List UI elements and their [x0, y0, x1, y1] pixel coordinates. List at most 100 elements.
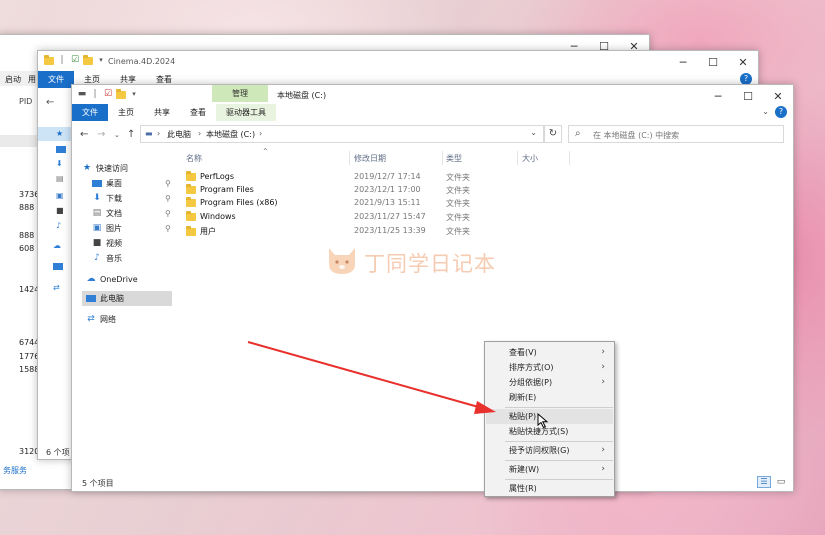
menu-item-grant-access[interactable]: 授予访问权限(G) › — [486, 443, 613, 458]
sidebar-item-onedrive[interactable]: ☁ OneDrive — [82, 272, 172, 287]
chevron-right-icon: › — [601, 445, 605, 455]
file-name: PerfLogs — [200, 172, 235, 181]
table-row[interactable]: Windows 2023/11/27 15:47 文件夹 — [186, 210, 506, 225]
menu-item-view[interactable]: 查看(V) › — [486, 345, 613, 360]
help-icon[interactable]: ? — [775, 106, 787, 118]
sidebar-item-quick-access[interactable]: ★ 快速访问 — [82, 161, 172, 176]
minimize-icon[interactable]: ─ — [703, 85, 733, 107]
menu-separator — [505, 479, 613, 480]
tab-share[interactable]: 共享 — [144, 104, 180, 121]
picture-icon: ▣ — [56, 191, 64, 200]
column-header-date[interactable]: 修改日期 — [354, 153, 386, 165]
back-status-link[interactable]: 务服务 — [3, 465, 27, 476]
new-folder-icon[interactable] — [116, 88, 126, 99]
column-divider[interactable] — [349, 151, 350, 165]
desktop-icon — [92, 180, 102, 187]
pin-icon: ⚲ — [165, 224, 171, 233]
sidebar-item-network[interactable]: ⇄ 网络 — [82, 312, 172, 327]
large-icons-view-icon[interactable]: ▭ — [774, 476, 788, 488]
column-header-size[interactable]: 大小 — [522, 153, 538, 165]
breadcrumb-separator: › — [157, 129, 161, 138]
tab-file[interactable]: 文件 — [72, 104, 108, 121]
mid-window-title: Cinema.4D.2024 — [108, 57, 176, 66]
pc-icon — [86, 295, 96, 302]
tab-file[interactable]: 文件 — [38, 71, 74, 88]
back-selected-row — [0, 135, 39, 147]
menu-item-refresh[interactable]: 刷新(E) — [486, 390, 613, 405]
address-dropdown-icon[interactable]: ⌄ — [530, 128, 537, 137]
pid-cell: 888 — [19, 203, 35, 212]
column-divider[interactable] — [517, 151, 518, 165]
back-toolbar: 启动 用 — [0, 71, 39, 86]
table-row[interactable]: PerfLogs 2019/12/7 17:14 文件夹 — [186, 170, 506, 185]
menu-item-new[interactable]: 新建(W) › — [486, 462, 613, 477]
back-toolbar-label2[interactable]: 用 — [28, 74, 36, 85]
tab-home[interactable]: 主页 — [108, 104, 144, 121]
menu-item-paste-shortcut[interactable]: 粘贴快捷方式(S) — [486, 424, 613, 439]
column-header-name[interactable]: 名称 — [186, 153, 202, 165]
back-arrow-icon[interactable]: ← — [80, 129, 88, 140]
close-icon[interactable]: ✕ — [728, 51, 758, 73]
sidebar-item-downloads[interactable]: ⬇ 下载 ⚲ — [82, 191, 172, 206]
menu-item-group[interactable]: 分组依据(P) › — [486, 375, 613, 390]
back-arrow-icon[interactable]: ← — [46, 97, 54, 108]
explorer-ribbon-tabs: 文件 主页 共享 查看 驱动器工具 — [72, 104, 276, 121]
shiba-logo-icon — [325, 244, 359, 276]
tab-drive-tools[interactable]: 驱动器工具 — [216, 104, 276, 121]
explorer-window[interactable]: ▬ | ☑ ▾ 管理 本地磁盘 (C:) ─ ☐ ✕ 文件 主页 共享 查看 驱… — [71, 84, 794, 492]
refresh-icon[interactable]: ↻ — [544, 125, 562, 143]
column-divider[interactable] — [442, 151, 443, 165]
details-view-icon[interactable]: ☰ — [757, 476, 771, 488]
column-header-type[interactable]: 类型 — [446, 153, 462, 165]
maximize-icon[interactable]: ☐ — [698, 51, 728, 73]
close-icon[interactable]: ✕ — [763, 85, 793, 107]
up-arrow-icon[interactable]: ↑ — [127, 129, 135, 140]
properties-icon[interactable]: ☑ — [103, 90, 113, 99]
sidebar-item-this-pc[interactable]: 此电脑 — [82, 291, 172, 306]
network-icon: ⇄ — [53, 283, 60, 292]
ribbon-expand-icon[interactable]: ⌄ — [762, 107, 769, 116]
sidebar-item-label: 桌面 — [106, 179, 122, 188]
menu-separator — [505, 460, 613, 461]
folder-icon — [186, 183, 196, 194]
new-folder-icon[interactable] — [83, 54, 93, 65]
file-date: 2023/12/1 17:00 — [354, 185, 421, 194]
sidebar-item-videos[interactable]: ■ 视频 — [82, 236, 172, 251]
music-icon: ♪ — [94, 253, 100, 263]
explorer-window-controls: ─ ☐ ✕ — [703, 85, 793, 107]
recent-dropdown-icon[interactable]: ⌄ — [114, 131, 120, 139]
maximize-icon[interactable]: ☐ — [733, 85, 763, 107]
pin-icon: ⚲ — [165, 194, 171, 203]
menu-item-paste[interactable]: 粘贴(P) — [486, 409, 613, 424]
sidebar-item-music[interactable]: ♪ 音乐 — [82, 251, 172, 266]
sort-arrow-icon: ⌃ — [262, 147, 269, 156]
dropdown-icon[interactable]: ▾ — [96, 56, 106, 65]
breadcrumb-current[interactable]: 本地磁盘 (C:) — [206, 129, 255, 140]
sidebar-item-label: 下载 — [106, 194, 122, 203]
table-row[interactable]: Program Files 2023/12/1 17:00 文件夹 — [186, 183, 506, 198]
file-type: 文件夹 — [446, 213, 470, 222]
tab-manage[interactable]: 管理 — [212, 85, 268, 102]
properties-icon[interactable]: ☑ — [70, 56, 80, 65]
breadcrumb-this-pc[interactable]: 此电脑 — [167, 129, 191, 140]
tab-view[interactable]: 查看 — [180, 104, 216, 121]
sidebar-item-documents[interactable]: ▤ 文档 ⚲ — [82, 206, 172, 221]
sidebar-item-label: 快速访问 — [96, 164, 128, 173]
back-toolbar-label[interactable]: 启动 — [5, 74, 21, 85]
column-divider[interactable] — [569, 151, 570, 165]
sidebar-item-pictures[interactable]: ▣ 图片 ⚲ — [82, 221, 172, 236]
menu-item-properties[interactable]: 属性(R) — [486, 481, 613, 496]
dropdown-icon[interactable]: ▾ — [129, 90, 139, 99]
forward-arrow-icon[interactable]: → — [97, 129, 105, 140]
menu-item-sort[interactable]: 排序方式(O) › — [486, 360, 613, 375]
table-row[interactable]: Program Files (x86) 2021/9/13 15:11 文件夹 — [186, 196, 506, 211]
video-icon: ■ — [92, 238, 102, 248]
table-row[interactable]: 用户 2023/11/25 13:39 文件夹 — [186, 225, 506, 239]
minimize-icon[interactable]: ─ — [668, 51, 698, 73]
chevron-right-icon: › — [601, 362, 605, 372]
pid-header[interactable]: PID — [19, 97, 32, 106]
address-bar[interactable]: ▬ › 此电脑 › 本地磁盘 (C:) › ⌄ — [140, 125, 544, 143]
file-type: 文件夹 — [446, 227, 470, 236]
sidebar-item-desktop[interactable]: 桌面 ⚲ — [82, 176, 172, 191]
search-input[interactable]: ⌕ 在 本地磁盘 (C:) 中搜索 — [568, 125, 784, 143]
